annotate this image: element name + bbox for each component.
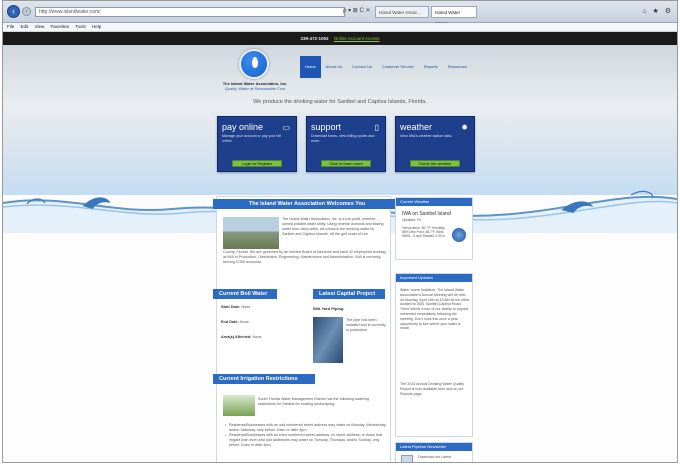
tagline: Quality Water at Reasonable Cost bbox=[224, 86, 286, 91]
weather-updated: Updated: Fri bbox=[402, 218, 422, 222]
login-register-button[interactable]: Login to Register bbox=[232, 160, 282, 167]
support-title: support bbox=[311, 122, 342, 132]
weather-station-name: IWA on Sanibel Island bbox=[402, 211, 451, 217]
mission-statement: We produce the drinking water for Sanibe… bbox=[253, 99, 427, 105]
boil-area-affected: Area(s) Affected: None bbox=[221, 335, 262, 339]
newsletter-heading: Latest Pipeline Newsletter bbox=[396, 443, 472, 451]
welcome-text-continued: County, Florida. We are governed by an e… bbox=[223, 250, 386, 264]
nav-reports[interactable]: Reports bbox=[419, 56, 443, 78]
menu-file[interactable]: File bbox=[7, 24, 14, 29]
newsletter-download-link[interactable]: Download our Latest bbox=[418, 455, 451, 459]
browser-tab-active[interactable]: Island Water Assoc... bbox=[431, 6, 477, 26]
document-icon: ▯ bbox=[374, 123, 379, 132]
boil-area-label: Area(s) Affected: bbox=[221, 335, 252, 339]
boil-start-value: None bbox=[241, 305, 251, 309]
hero-header: The Island Water Association, Inc. Quali… bbox=[3, 45, 677, 233]
boil-area-value: None bbox=[252, 335, 262, 339]
pay-online-text: Manage your account or pay your bill onl… bbox=[222, 134, 281, 143]
phone-number: 239-472-1063 bbox=[300, 36, 329, 41]
address-bar-icons[interactable]: ρ ▾ ⊠ C ✕ bbox=[343, 7, 373, 17]
facility-photo bbox=[223, 217, 279, 249]
address-bar[interactable]: http://www.islandwater.com/ bbox=[35, 7, 345, 17]
menu-help[interactable]: Help bbox=[92, 24, 101, 29]
sun-icon: ✹ bbox=[461, 123, 468, 132]
support-box: support ▯ Download forms, view billing c… bbox=[306, 116, 386, 172]
updates-report-text: The 2013 Annual Drinking Water Quality R… bbox=[400, 382, 464, 396]
irrigation-text: South Florida Water Management District … bbox=[258, 397, 369, 406]
important-updates-widget: Important Updates Water Users Invitation… bbox=[395, 273, 473, 437]
important-updates-heading: Important Updates bbox=[396, 274, 472, 282]
nav-customer-service[interactable]: Customer Service bbox=[377, 56, 419, 78]
pay-online-box: pay online ▭ Manage your account or pay … bbox=[217, 116, 297, 172]
boil-end-label: End Date: bbox=[221, 320, 239, 324]
boil-end-date: End Date: None bbox=[221, 320, 249, 324]
boil-start-label: Start Date: bbox=[221, 305, 241, 309]
newsletter-widget: Latest Pipeline Newsletter Download our … bbox=[395, 442, 473, 462]
boil-start-date: Start Date: None bbox=[221, 305, 250, 309]
top-contact-strip: 239-472-1063 Online Account Access bbox=[3, 32, 677, 45]
browser-tab-bar: ‹ › http://www.islandwater.com/ ρ ▾ ⊠ C … bbox=[3, 1, 677, 26]
boil-end-value: None bbox=[239, 320, 249, 324]
support-text: Download forms, view billing cycles and … bbox=[311, 134, 375, 143]
current-weather-heading: Current Weather bbox=[396, 198, 472, 206]
capital-project-text: The pipe has been installed and is curre… bbox=[346, 318, 386, 332]
nav-contact-us[interactable]: Contact Us bbox=[347, 56, 377, 78]
list-item: Residents/Businesses with an even number… bbox=[225, 433, 387, 448]
nav-about-us[interactable]: About Us bbox=[321, 56, 347, 78]
menu-edit[interactable]: Edit bbox=[21, 24, 29, 29]
main-nav: Home About Us Contact Us Customer Servic… bbox=[300, 56, 472, 78]
capital-project-name[interactable]: IWA Yard Piping bbox=[313, 306, 343, 311]
menu-favorites[interactable]: Favorites bbox=[51, 24, 70, 29]
weather-details: Temperature: 80.7°F Humidity: 68% Dew Po… bbox=[402, 226, 446, 238]
browser-window: ‹ › http://www.islandwater.com/ ρ ▾ ⊠ C … bbox=[2, 0, 678, 463]
irrigation-heading: Current Irrigation Restrictions bbox=[213, 374, 315, 384]
menu-view[interactable]: View bbox=[35, 24, 45, 29]
check-weather-button[interactable]: Check the weather bbox=[410, 160, 460, 167]
irrigation-list: Residents/Businesses with an odd numbere… bbox=[225, 423, 387, 448]
main-content: The Island Water Association Welcomes Yo… bbox=[213, 196, 395, 462]
browser-tab[interactable]: Island Water Assoc... bbox=[375, 6, 429, 18]
back-button[interactable]: ‹ bbox=[7, 5, 20, 18]
updates-text: Water Users Invitation. The Island Water… bbox=[400, 288, 470, 331]
capital-project-photo bbox=[313, 317, 343, 363]
welcome-heading: The Island Water Association Welcomes Yo… bbox=[213, 199, 395, 209]
sprinkler-photo bbox=[223, 395, 255, 416]
weather-globe-icon bbox=[452, 228, 466, 242]
nav-home[interactable]: Home bbox=[300, 56, 321, 78]
water-drop-logo-icon[interactable] bbox=[239, 49, 269, 79]
newsletter-thumbnail-icon[interactable] bbox=[401, 455, 413, 462]
menu-tools[interactable]: Tools bbox=[75, 24, 86, 29]
welcome-text: The Island Water Association, Inc. is a … bbox=[282, 217, 384, 236]
home-favorites-settings-icons[interactable]: ⌂ ★ ⚙ bbox=[642, 7, 673, 15]
account-access-link[interactable]: Online Account Access bbox=[334, 36, 380, 41]
weather-text: View IWA's weather station data. bbox=[400, 134, 453, 138]
list-item: Residents/Businesses with an odd numbere… bbox=[225, 423, 387, 433]
forward-button[interactable]: › bbox=[22, 7, 31, 16]
credit-card-icon: ▭ bbox=[282, 123, 290, 132]
boil-water-heading: Current Boil Water bbox=[213, 289, 277, 299]
browser-menu-bar: File Edit View Favorites Tools Help bbox=[3, 23, 677, 32]
weather-box: weather ✹ View IWA's weather station dat… bbox=[395, 116, 475, 172]
learn-more-button[interactable]: Click to learn more bbox=[321, 160, 371, 167]
current-weather-widget: Current Weather IWA on Sanibel Island Up… bbox=[395, 197, 473, 260]
nav-resources[interactable]: Resources bbox=[443, 56, 472, 78]
capital-project-heading: Latest Capital Project bbox=[313, 289, 385, 299]
